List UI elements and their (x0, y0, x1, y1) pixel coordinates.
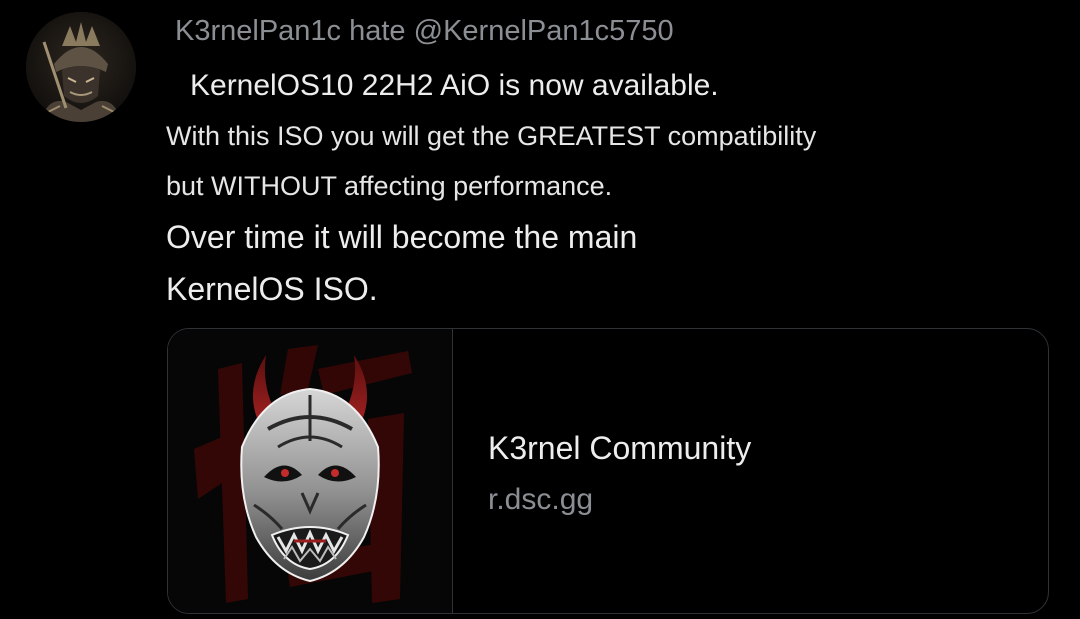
link-card-title: K3rnel Community (488, 430, 752, 466)
author-display-name[interactable]: K3rnelPan1c hate (175, 15, 406, 47)
link-card-domain: r.dsc.gg (488, 483, 594, 516)
tweet-text-line: Over time it will become the main (166, 219, 638, 255)
link-preview-card[interactable]: K3rnel Community r.dsc.gg (167, 328, 1049, 614)
samurai-avatar-icon (26, 12, 136, 122)
tweet-text-line: KernelOS ISO. (166, 271, 378, 307)
author-handle[interactable]: @KernelPan1c5750 (414, 15, 674, 47)
oni-mask-logo-icon (168, 329, 452, 613)
tweet-headline: KernelOS10 22H2 AiO is now available. (190, 69, 719, 102)
tweet-text-line: but WITHOUT affecting performance. (166, 171, 613, 201)
author-avatar[interactable] (26, 12, 136, 122)
author-line: K3rnelPan1c hate @KernelPan1c5750 (175, 12, 674, 50)
tweet-text-line: With this ISO you will get the GREATEST … (166, 121, 817, 151)
link-card-image (168, 329, 453, 613)
